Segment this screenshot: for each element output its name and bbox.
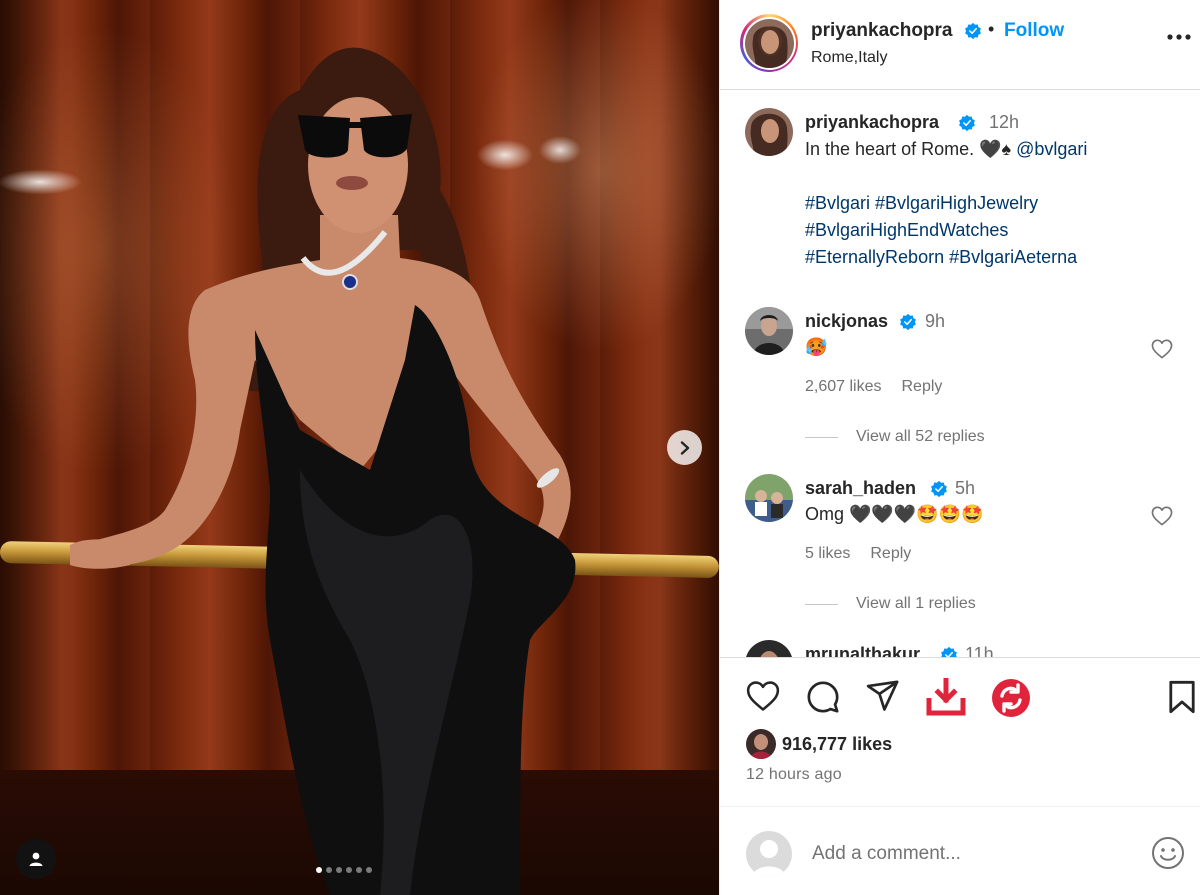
photo-subject bbox=[70, 47, 576, 895]
tagged-users-button[interactable] bbox=[16, 839, 56, 879]
emoji-picker-icon[interactable] bbox=[1151, 836, 1185, 870]
current-user-avatar bbox=[746, 831, 792, 877]
carousel-dot bbox=[366, 867, 372, 873]
comment-icon[interactable] bbox=[806, 680, 840, 714]
post-details-panel: priyankachopra • Follow Rome,Italy priya… bbox=[719, 0, 1200, 895]
caption-time: 12h bbox=[989, 112, 1020, 132]
hashtag-line[interactable]: #BvlgariHighEndWatches bbox=[805, 217, 1077, 244]
comment-username[interactable]: sarah_haden bbox=[805, 478, 916, 499]
reply-button[interactable]: Reply bbox=[870, 545, 911, 562]
story-ring[interactable] bbox=[740, 14, 798, 72]
comment-text: Omg 🖤🖤🖤🤩🤩🤩 bbox=[805, 504, 984, 524]
caption-mention-link[interactable]: @bvlgari bbox=[1016, 139, 1087, 159]
post-header: priyankachopra • Follow Rome,Italy bbox=[720, 0, 1200, 90]
comment-likes[interactable]: 2,607 likes bbox=[805, 378, 882, 395]
comment-likes[interactable]: 5 likes bbox=[805, 545, 850, 562]
liker-avatar bbox=[746, 729, 776, 759]
comment-time: 5h bbox=[955, 478, 976, 498]
verified-badge-icon bbox=[931, 480, 947, 498]
reply-button[interactable]: Reply bbox=[902, 378, 943, 395]
comment-avatar[interactable] bbox=[745, 307, 793, 355]
post-timestamp[interactable]: 12 hours ago bbox=[746, 766, 842, 784]
comment-text: 🥵 bbox=[805, 337, 828, 357]
post-location[interactable]: Rome,Italy bbox=[811, 49, 887, 67]
carousel-dot bbox=[356, 867, 362, 873]
comment-avatar[interactable] bbox=[745, 640, 793, 657]
share-icon[interactable] bbox=[866, 680, 900, 712]
comment-meta: 2,607 likes Reply bbox=[805, 378, 962, 396]
verified-badge-icon bbox=[965, 22, 981, 40]
likes-summary[interactable]: 916,777 likes bbox=[746, 729, 892, 759]
replies-divider bbox=[805, 436, 838, 438]
caption-body: In the heart of Rome. 🖤♠ bbox=[805, 139, 1012, 159]
caption-text: In the heart of Rome. 🖤♠ @bvlgari bbox=[805, 136, 1087, 163]
caption-hashtags: #Bvlgari #BvlgariHighJewelry #BvlgariHig… bbox=[805, 190, 1077, 271]
header-separator: • bbox=[988, 19, 995, 39]
view-replies-button[interactable]: View all 52 replies bbox=[805, 428, 985, 446]
download-icon[interactable] bbox=[926, 678, 966, 716]
view-replies-label: View all 1 replies bbox=[856, 595, 976, 612]
carousel-dot bbox=[316, 867, 322, 873]
carousel-indicators bbox=[316, 867, 372, 873]
more-options-icon[interactable] bbox=[1167, 34, 1191, 40]
verified-badge-icon bbox=[941, 646, 957, 657]
heart-icon[interactable] bbox=[746, 680, 780, 712]
bookmark-icon[interactable] bbox=[1168, 680, 1196, 714]
comment-like-icon[interactable] bbox=[1151, 339, 1173, 359]
follow-button[interactable]: Follow bbox=[1004, 20, 1064, 42]
comment-username[interactable]: nickjonas bbox=[805, 311, 888, 332]
post-author-username[interactable]: priyankachopra bbox=[811, 20, 953, 42]
carousel-dot bbox=[336, 867, 342, 873]
verified-badge-icon bbox=[959, 114, 975, 132]
view-replies-button[interactable]: View all 1 replies bbox=[805, 595, 976, 613]
view-replies-label: View all 52 replies bbox=[856, 428, 985, 445]
chevron-right-icon bbox=[680, 440, 689, 455]
hashtag-line[interactable]: #EternallyReborn #BvlgariAeterna bbox=[805, 244, 1077, 271]
comment-time: 9h bbox=[925, 311, 946, 331]
comment-like-icon[interactable] bbox=[1151, 506, 1173, 526]
replies-divider bbox=[805, 603, 838, 605]
carousel-dot bbox=[346, 867, 352, 873]
caption-username[interactable]: priyankachopra bbox=[805, 112, 939, 133]
comment-username[interactable]: mrunalthakur bbox=[805, 644, 920, 657]
default-avatar-icon bbox=[752, 840, 786, 877]
caption-avatar[interactable] bbox=[745, 108, 793, 156]
carousel-dot bbox=[326, 867, 332, 873]
hashtag-line[interactable]: #Bvlgari #BvlgariHighJewelry bbox=[805, 190, 1077, 217]
likes-count[interactable]: 916,777 likes bbox=[782, 734, 892, 755]
comment-meta: 5 likes Reply bbox=[805, 545, 931, 563]
comment-time: 11h bbox=[965, 644, 994, 657]
next-slide-button[interactable] bbox=[667, 430, 702, 465]
avatar bbox=[744, 18, 794, 68]
verified-badge-icon bbox=[900, 313, 916, 331]
post-media[interactable] bbox=[0, 0, 719, 895]
comments-list[interactable]: priyankachopra 12h In the heart of Rome.… bbox=[720, 91, 1200, 657]
comment-input[interactable] bbox=[812, 841, 1132, 867]
post-actions: 916,777 likes 12 hours ago bbox=[720, 657, 1200, 797]
comment-avatar[interactable] bbox=[745, 474, 793, 522]
repost-icon[interactable] bbox=[991, 678, 1031, 718]
add-comment-bar bbox=[720, 806, 1200, 895]
user-icon bbox=[29, 852, 43, 866]
